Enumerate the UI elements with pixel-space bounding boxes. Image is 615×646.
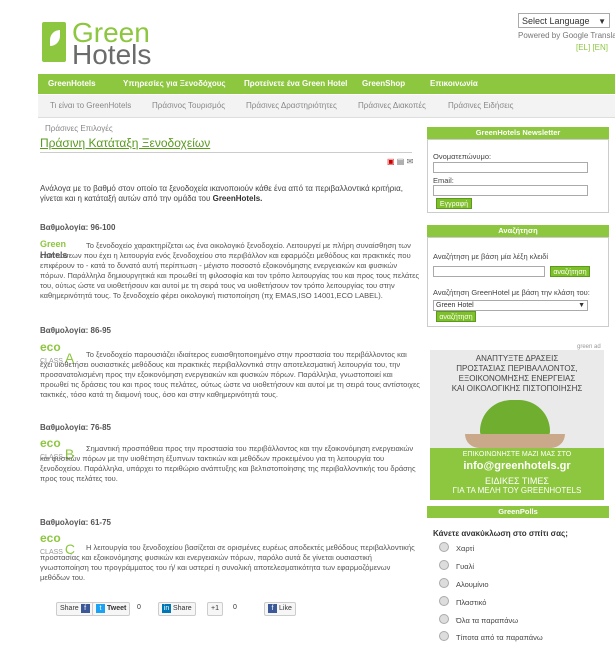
email-icon[interactable]: ✉ — [407, 157, 414, 166]
newsletter-box: Ονοματεπώνυμο: Email: Εγγραφή — [427, 139, 609, 213]
rating-score: Βαθμολογία: 61-75 — [40, 518, 111, 527]
search-header: Αναζήτηση — [427, 225, 609, 237]
poll-question: Κάνετε ανακύκλωση στο σπίτι σας; — [433, 529, 568, 538]
logo-text-hotels: Hotels — [72, 39, 152, 70]
ad-line: ΑΝΑΠΤΥΞΤΕ ΔΡΑΣΕΙΣ — [475, 354, 559, 363]
chevron-down-icon: ▼ — [578, 302, 585, 309]
ad-offer-line2: ΓΙΑ ΤΑ ΜΕΛΗ ΤΟΥ GREENHOTELS — [452, 486, 582, 495]
page-title[interactable]: Πράσινη Κατάταξη Ξενοδοχείων — [40, 136, 210, 150]
poll-option-label: Γυαλί — [456, 562, 474, 571]
ad-contact: ΕΠΙΚΟΙΝΩΝΗΣΤΕ ΜΑΖΙ ΜΑΣ ΣΤΟ — [462, 451, 572, 458]
poll-header: GreenPolls — [427, 506, 609, 518]
rating-score: Βαθμολογία: 76-85 — [40, 423, 111, 432]
linkedin-icon: in — [162, 603, 171, 613]
search-box: Αναζήτηση με βάση μία λέξη κλειδί αναζήτ… — [427, 237, 609, 327]
ad-offer-line1: ΕΙΔΙΚΕΣ ΤΙΜΕΣ — [485, 476, 549, 486]
breadcrumb[interactable]: Πράσινες Επιλογές — [45, 124, 113, 133]
hotel-class-select-value: Green Hotel — [436, 302, 474, 309]
facebook-share-button[interactable]: Share f — [56, 602, 96, 616]
rating-description: Σημαντική προσπάθεια προς την προστασία … — [40, 444, 416, 483]
nav-item-greenshop[interactable]: GreenShop — [362, 74, 405, 94]
chevron-down-icon: ▼ — [598, 17, 606, 26]
ad-offer-panel: ΕΠΙΚΟΙΝΩΝΗΣΤΕ ΜΑΖΙ ΜΑΣ ΣΤΟ info@greenhot… — [430, 448, 604, 500]
twitter-icon: t — [96, 603, 105, 613]
rating-score: Βαθμολογία: 96-100 — [40, 223, 116, 232]
rating-description: Το ξενοδοχείο χαρακτηρίζεται ως ένα οικο… — [40, 241, 420, 300]
rating-description: Η λειτουργία του ξενοδοχείου βασίζεται σ… — [40, 543, 415, 582]
subnav-item-tourism[interactable]: Πράσινος Τουρισμός — [152, 95, 225, 117]
rating-score: Βαθμολογία: 86-95 — [40, 326, 111, 335]
email-field[interactable] — [433, 185, 588, 196]
subnav-item-activities[interactable]: Πράσινες Δραστηριότητες — [246, 95, 337, 117]
print-icon[interactable]: ▤ — [397, 157, 405, 166]
ad-line: ΠΡΟΣΤΑΣΙΑΣ ΠΕΡΙΒΑΛΛΟΝΤΟΣ, — [456, 364, 578, 373]
page-tools: ▣ ▤ ✉ — [387, 157, 413, 166]
facebook-like-icon: f — [268, 603, 277, 613]
nav-item-propose[interactable]: Προτείνετε ένα Green Hotel — [244, 74, 347, 94]
title-divider — [40, 152, 412, 153]
poll-option-radio[interactable] — [439, 631, 449, 641]
class-search-button[interactable]: αναζήτηση — [436, 311, 476, 322]
page: Green Hotels Select Language ▼ Powered b… — [0, 0, 615, 646]
rating-description: Το ξενοδοχείο παρουσιάζει ιδιαίτερος ευα… — [40, 350, 420, 399]
intro-brand: GreenHotels. — [212, 194, 263, 203]
language-select-value: Select Language — [522, 16, 590, 26]
subnav-item-news[interactable]: Πράσινες Ειδήσεις — [448, 95, 513, 117]
email-label: Email: — [433, 176, 454, 185]
newsletter-header: GreenHotels Newsletter — [427, 127, 609, 139]
language-select[interactable]: Select Language ▼ — [518, 13, 610, 28]
ad-line: ΕΞΟΙΚΟΝΟΜΗΣΗΣ ΕΝΕΡΓΕΙΑΣ — [458, 374, 576, 383]
nav-item-services[interactable]: Υπηρεσίες για Ξενοδόχους — [123, 74, 226, 94]
plus-one-count: 0 — [233, 604, 237, 611]
plus-one-button[interactable]: +1 — [207, 602, 223, 616]
facebook-like-button[interactable]: f Like — [264, 602, 296, 616]
class-label: Αναζήτηση GreenHotel με βάση την κλάση τ… — [433, 288, 590, 297]
language-links[interactable]: [EL] [EN] — [576, 43, 608, 52]
nav-item-contact[interactable]: Επικοινωνία — [430, 74, 478, 94]
subnav-item-holidays[interactable]: Πράσινες Διακοπές — [358, 95, 426, 117]
nav-item-greenhotels[interactable]: GreenHotels — [48, 74, 96, 94]
subnav-item-what-is[interactable]: Τι είναι το GreenHotels — [50, 95, 131, 117]
intro-paragraph: Ανάλογα με το βαθμό στον οποίο τα ξενοδο… — [40, 184, 420, 204]
poll-option-label: Αλουμίνιο — [456, 580, 489, 589]
linkedin-share-button[interactable]: in Share — [158, 602, 196, 616]
subscribe-button[interactable]: Εγγραφή — [436, 198, 472, 209]
ad-email: info@greenhotels.gr — [463, 460, 571, 472]
sub-nav: Τι είναι το GreenHotels Πράσινος Τουρισμ… — [38, 95, 615, 118]
tweet-count: 0 — [137, 604, 141, 611]
poll-option-label: Πλαστικό — [456, 598, 487, 607]
poll-option-radio[interactable] — [439, 542, 449, 552]
greenhotels-ad-banner[interactable]: ΑΝΑΠΤΥΞΤΕ ΔΡΑΣΕΙΣ ΠΡΟΣΤΑΣΙΑΣ ΠΕΡΙΒΑΛΛΟΝΤ… — [430, 350, 604, 500]
hotel-class-select[interactable]: Green Hotel ▼ — [433, 300, 588, 311]
hands-image — [465, 434, 565, 448]
poll-option-label: Χαρτί — [456, 544, 475, 553]
poll-option-label: Όλα τα παραπάνω — [456, 616, 519, 625]
keyword-label: Αναζήτηση με βάση μία λέξη κλειδί — [433, 252, 549, 261]
poll-option-radio[interactable] — [439, 596, 449, 606]
greenhotels-logo[interactable]: Green Hotels — [40, 19, 160, 70]
facebook-icon: f — [80, 603, 90, 613]
ad-line: ΚΑΙ ΟΙΚΟΛΟΓΙΚΗΣ ΠΙΣΤΟΠΟΙΗΣΗΣ — [451, 384, 583, 393]
tweet-button[interactable]: t Tweet — [92, 602, 131, 616]
keyword-search-button[interactable]: αναζήτηση — [550, 266, 590, 277]
main-nav: GreenHotels Υπηρεσίες για Ξενοδόχους Προ… — [38, 74, 615, 94]
name-field[interactable] — [433, 162, 588, 173]
leaf-icon — [42, 22, 66, 62]
keyword-input[interactable] — [433, 266, 545, 277]
powered-by-google: Powered by Google Translate — [518, 31, 615, 40]
poll-option-radio[interactable] — [439, 560, 449, 570]
poll-option-label: Τίποτα από τα παραπάνω — [456, 633, 543, 642]
pdf-icon[interactable]: ▣ — [387, 157, 395, 166]
poll-option-radio[interactable] — [439, 578, 449, 588]
poll-option-radio[interactable] — [439, 614, 449, 624]
name-label: Ονοματεπώνυμο: — [433, 152, 492, 161]
